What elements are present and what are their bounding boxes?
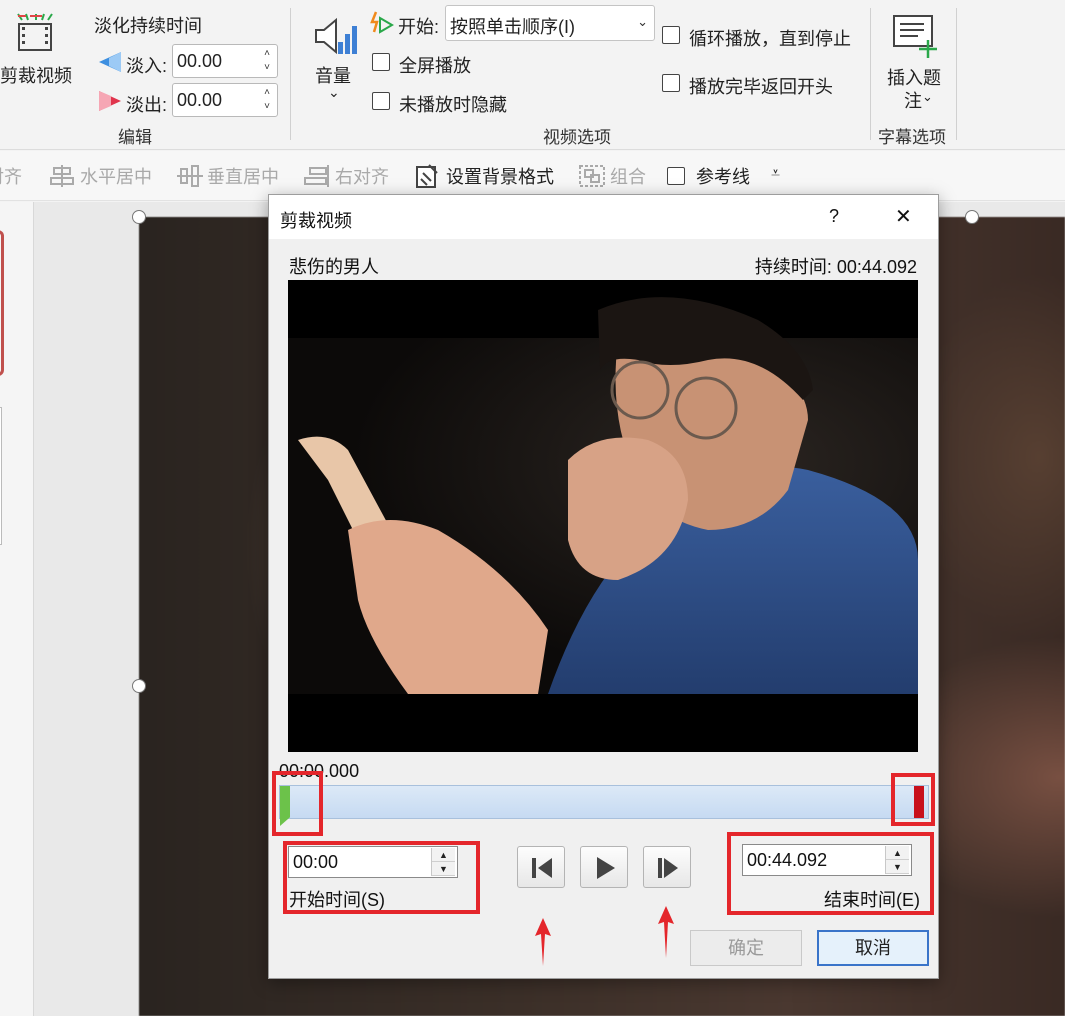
video-name: 悲伤的男人	[289, 253, 379, 279]
next-frame-button[interactable]	[643, 846, 691, 888]
previous-frame-button[interactable]	[517, 846, 565, 888]
spinner-arrows-icon[interactable]: ˄˅	[262, 47, 272, 75]
hide-when-not-playing-checkbox[interactable]	[372, 92, 390, 110]
align-right-button[interactable]: 右对齐	[335, 163, 389, 189]
annotation-arrow-right	[656, 906, 676, 958]
loop-label[interactable]: 循环播放，直到停止	[689, 25, 851, 51]
background-format-button[interactable]: 设置背景格式	[446, 163, 554, 189]
highlight-box-end-time	[727, 832, 934, 915]
align-button-partial[interactable]: 对齐	[0, 163, 22, 189]
fade-in-label: 淡入:	[126, 52, 167, 78]
chevron-down-icon[interactable]: ⌄	[328, 84, 340, 101]
guides-label[interactable]: 参考线	[696, 163, 750, 189]
hide-when-not-playing-label[interactable]: 未播放时隐藏	[399, 91, 507, 117]
volume-icon	[312, 14, 358, 63]
caption-options-group-label: 字幕选项	[878, 123, 946, 148]
highlight-box-start-marker	[272, 771, 323, 836]
previous-frame-icon	[530, 856, 554, 880]
fade-in-value[interactable]: 00.00	[177, 51, 222, 72]
dialog-titlebar[interactable]: 剪裁视频 ? ✕	[269, 195, 938, 239]
center-vertical-button[interactable]: 垂直居中	[207, 163, 279, 189]
trim-video-label: 剪裁视频	[0, 62, 72, 88]
ribbon: 剪裁视频 淡化持续时间 淡入: 00.00 ˄˅ 淡出: 00.00 ˄˅ 编辑…	[0, 0, 1065, 150]
volume-button[interactable]: 音量 ⌄	[306, 10, 362, 106]
fade-in-spinner[interactable]: 00.00 ˄˅	[172, 44, 278, 78]
fade-out-spinner[interactable]: 00.00 ˄˅	[172, 83, 278, 117]
slide-thumbnail-pane[interactable]	[0, 202, 34, 1016]
video-preview	[288, 280, 918, 752]
start-label: 开始:	[398, 13, 439, 39]
guides-checkbox[interactable]	[667, 167, 685, 185]
trim-video-button[interactable]: 剪裁视频	[0, 8, 76, 88]
annotation-arrow-left	[533, 918, 553, 966]
group-separator	[290, 8, 291, 140]
chevron-down-icon[interactable]: ⌄	[637, 14, 648, 30]
close-icon[interactable]: ✕	[895, 204, 912, 229]
fade-duration-title: 淡化持续时间	[94, 12, 202, 38]
group-separator	[870, 8, 871, 140]
group-icon	[578, 164, 606, 193]
video-frame-image	[288, 280, 918, 752]
align-center-horizontal-icon	[50, 165, 74, 192]
animation-start-icon	[370, 10, 394, 41]
group-button[interactable]: 组合	[610, 163, 646, 189]
dialog-title: 剪裁视频	[280, 207, 352, 233]
start-select-value[interactable]: 按照单击顺序(I)	[450, 13, 575, 39]
video-options-group-label: 视频选项	[543, 123, 611, 148]
fade-out-icon	[97, 89, 123, 118]
fade-out-label: 淡出:	[126, 91, 167, 117]
fade-out-value[interactable]: 00.00	[177, 90, 222, 111]
ok-button[interactable]: 确定	[690, 930, 802, 966]
resize-handle-top-right[interactable]	[965, 210, 979, 224]
play-button[interactable]	[580, 846, 628, 888]
fullscreen-checkbox[interactable]	[372, 53, 390, 71]
cancel-button[interactable]: 取消	[817, 930, 929, 966]
edit-group-label: 编辑	[118, 123, 152, 148]
play-icon	[593, 856, 617, 880]
rewind-label[interactable]: 播放完毕返回开头	[689, 73, 833, 99]
align-center-vertical-icon	[177, 165, 203, 192]
rewind-checkbox[interactable]	[662, 74, 680, 92]
fade-in-icon	[97, 50, 123, 79]
start-select[interactable]: 按照单击顺序(I) ⌄	[445, 5, 655, 41]
spinner-arrows-icon[interactable]: ˄˅	[262, 86, 272, 114]
insert-caption-icon	[892, 14, 940, 63]
help-button[interactable]: ?	[829, 206, 839, 227]
background-format-icon	[415, 163, 439, 194]
resize-handle-mid-left[interactable]	[132, 679, 146, 693]
trim-timeline[interactable]	[279, 785, 929, 819]
align-right-icon	[304, 165, 330, 192]
film-strip-icon	[16, 12, 54, 59]
resize-handle-top-left[interactable]	[132, 210, 146, 224]
group-separator	[956, 8, 957, 140]
selected-slide-thumbnail[interactable]	[0, 230, 4, 376]
insert-caption-label-line2: 注	[904, 87, 922, 113]
loop-checkbox[interactable]	[662, 26, 680, 44]
toolbar-overflow-icon[interactable]: ⩡	[771, 165, 780, 183]
highlight-box-start-time	[283, 841, 480, 914]
highlight-box-end-marker	[891, 773, 935, 826]
duration-readout: 持续时间: 00:44.092	[755, 253, 917, 279]
fullscreen-label[interactable]: 全屏播放	[399, 52, 471, 78]
next-frame-icon	[656, 856, 680, 880]
insert-caption-button[interactable]: 插入题 注 ⌄	[880, 10, 950, 110]
center-horizontal-button[interactable]: 水平居中	[80, 163, 152, 189]
chevron-down-icon[interactable]: ⌄	[922, 89, 933, 105]
slide-thumbnail[interactable]	[0, 407, 2, 545]
